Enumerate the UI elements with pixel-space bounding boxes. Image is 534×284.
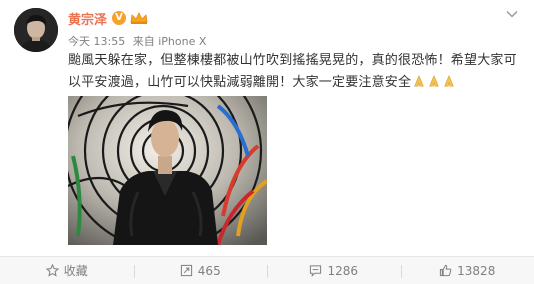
repost-count: 465: [197, 263, 221, 278]
post-source[interactable]: iPhone X: [158, 35, 206, 48]
source-prefix: 来自: [132, 35, 155, 48]
repost-button[interactable]: 465: [133, 257, 268, 284]
weibo-post-card: 黄宗泽 V 今天 13:55 来自 iPhone X 颱風天躲在家，但整棟樓都被…: [0, 0, 534, 284]
like-count: 13828: [457, 263, 496, 278]
chevron-down-icon[interactable]: [505, 6, 519, 20]
author-name[interactable]: 黄宗泽: [68, 9, 107, 28]
comment-icon: [310, 265, 322, 277]
avatar[interactable]: [14, 8, 58, 52]
verified-badge-icon: V: [112, 11, 127, 25]
favorite-button[interactable]: 收藏: [0, 257, 134, 284]
like-button[interactable]: 13828: [400, 257, 534, 284]
author-row: 黄宗泽 V: [68, 9, 148, 28]
comment-button[interactable]: 1286: [267, 257, 401, 284]
comment-count: 1286: [327, 263, 359, 278]
repost-icon: [180, 264, 192, 277]
pray-emoji-icon: [414, 75, 424, 87]
thumbs-up-icon: [440, 264, 452, 277]
post-meta: 今天 13:55 来自 iPhone X: [68, 33, 206, 49]
pray-emoji-icon: [429, 75, 439, 87]
star-icon: [45, 264, 59, 277]
post-text: 颱風天躲在家，但整棟樓都被山竹吹到搖搖晃晃的，真的很恐怖！希望大家可以平安渡過，…: [68, 50, 520, 94]
post-photo[interactable]: [68, 96, 267, 245]
post-time[interactable]: 今天 13:55: [68, 35, 125, 48]
favorite-label: 收藏: [63, 264, 88, 278]
crown-icon: [130, 11, 148, 25]
action-bar: 收藏 465 1286 13828: [0, 256, 534, 284]
pray-emoji-icon: [444, 75, 454, 87]
